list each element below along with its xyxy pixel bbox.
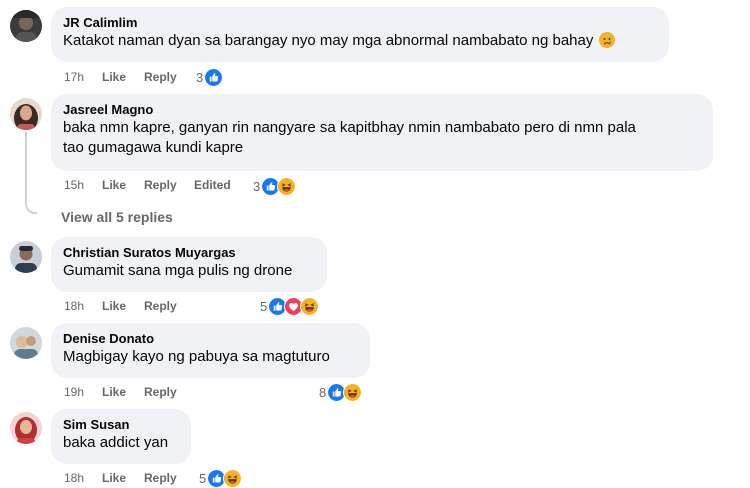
comment-text: Katakot naman dyan sa barangay nyo may m… (63, 32, 594, 49)
comment-author[interactable]: Denise Donato (63, 330, 358, 347)
sad-face-icon (599, 32, 615, 48)
avatar[interactable] (10, 412, 42, 444)
comment-time[interactable]: 18h (64, 470, 84, 486)
comment-author[interactable]: Christian Suratos Muyargas (63, 244, 315, 261)
reaction-count: 8 (319, 384, 327, 400)
comment-time[interactable]: 18h (64, 298, 84, 314)
reply-button[interactable]: Reply (144, 298, 177, 314)
reaction-summary[interactable]: 5 (199, 468, 243, 488)
reaction-count: 3 (253, 178, 261, 194)
comment-bubble: Denise Donato Magbigay kayo ng pabuya sa… (51, 323, 370, 378)
like-button[interactable]: Like (102, 384, 126, 400)
comment-bubble: Christian Suratos Muyargas Gumamit sana … (51, 237, 327, 292)
comment-text-line-2: tao gumagawa kundi kapre (63, 139, 244, 156)
reply-button[interactable]: Reply (144, 384, 177, 400)
comment-bubble: JR Calimlim Katakot naman dyan sa barang… (51, 7, 669, 62)
edited-label[interactable]: Edited (194, 177, 231, 193)
comment-text: baka addict yan (63, 434, 169, 451)
laughing-face-icon (277, 176, 297, 196)
comment-time[interactable]: 15h (64, 177, 84, 193)
avatar[interactable] (10, 241, 42, 273)
comment-author[interactable]: JR Calimlim (63, 14, 657, 31)
reaction-summary[interactable]: 5 (260, 296, 320, 316)
laughing-face-icon (223, 468, 243, 488)
like-button[interactable]: Like (102, 177, 126, 193)
reaction-count: 5 (260, 298, 268, 314)
like-button[interactable]: Like (102, 298, 126, 314)
like-button[interactable]: Like (102, 470, 126, 486)
reply-button[interactable]: Reply (144, 470, 177, 486)
comment-text: Magbigay kayo ng pabuya sa magtuturo (63, 348, 330, 365)
comment-time[interactable]: 17h (64, 69, 84, 85)
avatar[interactable] (10, 10, 42, 42)
comment-author[interactable]: Jasreel Magno (63, 101, 701, 118)
comment-text: Gumamit sana mga pulis ng drone (63, 262, 293, 279)
avatar[interactable] (10, 98, 42, 130)
laughing-face-icon (300, 296, 320, 316)
reaction-summary[interactable]: 3 (196, 67, 224, 87)
comment-bubble: Jasreel Magno baka nmn kapre, ganyan rin… (51, 94, 713, 171)
comment-text-line-1: baka nmn kapre, ganyan rin nangyare sa k… (63, 119, 636, 136)
view-all-replies-link[interactable]: View all 5 replies (61, 209, 173, 225)
reaction-summary[interactable]: 3 (253, 176, 297, 196)
reaction-summary[interactable]: 8 (319, 382, 363, 402)
comment-author[interactable]: Sim Susan (63, 416, 179, 433)
like-button[interactable]: Like (102, 69, 126, 85)
comment-time[interactable]: 19h (64, 384, 84, 400)
reply-thread-line (25, 132, 37, 214)
comment-bubble: Sim Susan baka addict yan (51, 409, 191, 464)
avatar[interactable] (10, 327, 42, 359)
thumbs-up-icon (204, 67, 224, 87)
reaction-count: 3 (196, 69, 204, 85)
reply-button[interactable]: Reply (144, 177, 177, 193)
reply-button[interactable]: Reply (144, 69, 177, 85)
laughing-face-icon (343, 382, 363, 402)
reaction-count: 5 (199, 470, 207, 486)
